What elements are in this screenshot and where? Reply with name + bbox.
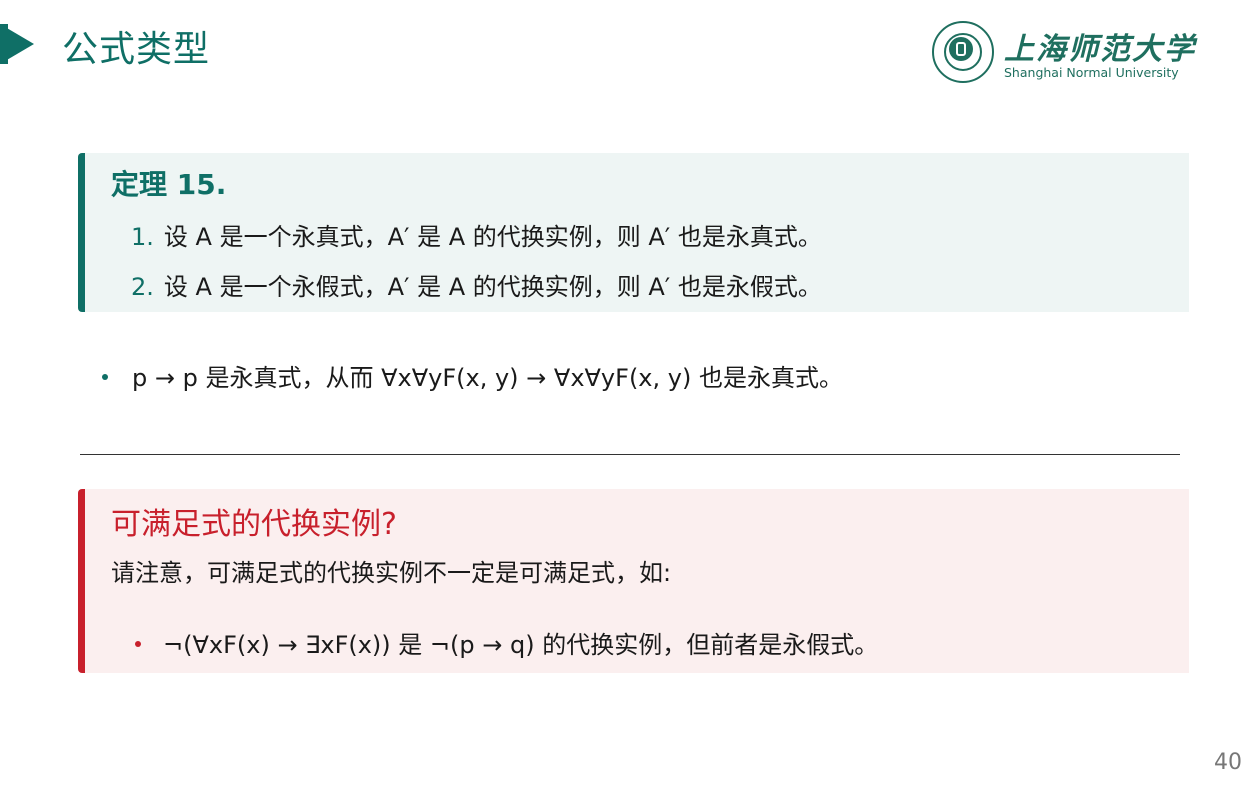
bullet-text: p → p 是永真式，从而 ∀x∀yF(x, y) → ∀x∀yF(x, y) … bbox=[132, 364, 843, 392]
bullet-icon bbox=[102, 374, 108, 380]
theorem-item-number: 2. bbox=[131, 273, 154, 301]
alert-bullet-text: ¬(∀xF(x) → ∃xF(x)) 是 ¬(p → q) 的代换实例，但前者是… bbox=[163, 631, 879, 659]
alert-block: 可满足式的代换实例? 请注意，可满足式的代换实例不一定是可满足式，如: ¬(∀x… bbox=[78, 489, 1189, 673]
theorem-item-text: 设 A 是一个永假式，A′ 是 A 的代换实例，则 A′ 也是永假式。 bbox=[163, 273, 822, 301]
university-logo: 上海师范大学 Shanghai Normal University bbox=[932, 20, 1194, 86]
university-name-cn: 上海师范大学 bbox=[1004, 32, 1196, 67]
theorem-item-text: 设 A 是一个永真式，A′ 是 A 的代换实例，则 A′ 也是永真式。 bbox=[163, 223, 822, 251]
bullet-icon bbox=[135, 641, 141, 647]
theorem-item-number: 1. bbox=[131, 223, 154, 251]
seal-emblem-icon bbox=[949, 37, 973, 61]
header-arrow-icon bbox=[0, 24, 34, 64]
theorem-title: 定理 15. bbox=[111, 168, 227, 201]
theorem-block: 定理 15. 1. 设 A 是一个永真式，A′ 是 A 的代换实例，则 A′ 也是… bbox=[78, 153, 1189, 312]
theorem-item: 1. 设 A 是一个永真式，A′ 是 A 的代换实例，则 A′ 也是永真式。 bbox=[131, 217, 822, 252]
alert-text: 请注意，可满足式的代换实例不一定是可满足式，如: bbox=[111, 559, 672, 587]
page-number: 40 bbox=[1214, 750, 1242, 775]
alert-title: 可满足式的代换实例? bbox=[111, 507, 397, 542]
bullet-item: p → p 是永真式，从而 ∀x∀yF(x, y) → ∀x∀yF(x, y) … bbox=[102, 358, 843, 393]
divider bbox=[80, 454, 1180, 455]
theorem-item: 2. 设 A 是一个永假式，A′ 是 A 的代换实例，则 A′ 也是永假式。 bbox=[131, 267, 822, 302]
slide-title: 公式类型 bbox=[62, 29, 211, 70]
alert-bullet-item: ¬(∀xF(x) → ∃xF(x)) 是 ¬(p → q) 的代换实例，但前者是… bbox=[135, 625, 878, 660]
university-name-en: Shanghai Normal University bbox=[1004, 65, 1179, 80]
